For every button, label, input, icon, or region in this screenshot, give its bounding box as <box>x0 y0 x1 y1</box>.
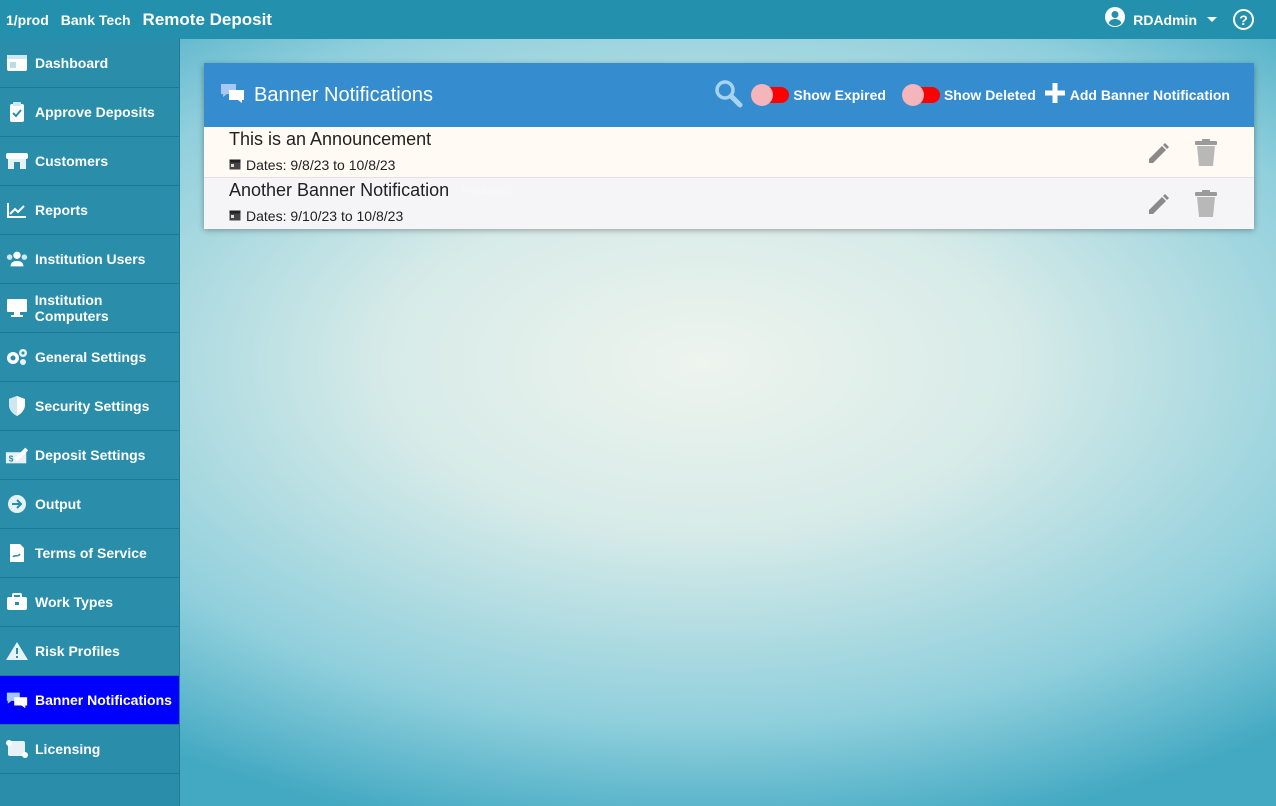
notification-row[interactable]: Another Banner Notification PENDING Dates… <box>204 178 1254 229</box>
storefront-icon <box>5 149 29 173</box>
banner-notifications-panel: Banner Notifications Show Expired Show D… <box>204 63 1254 229</box>
notification-dates-line: Dates: 9/10/23 to 10/8/23 <box>229 208 403 224</box>
page-title: Banner Notifications <box>254 83 433 106</box>
sidebar-item-label: Institution Computers <box>34 292 109 324</box>
status-badge: PENDING <box>461 185 512 197</box>
briefcase-icon <box>5 590 29 614</box>
sidebar-item-terms-of-service[interactable]: Terms of Service <box>0 529 179 578</box>
top-bar: 1/prod Bank Tech Remote Deposit RDAdmin … <box>0 0 1276 39</box>
sidebar-item-label: Deposit Settings <box>35 447 146 463</box>
sidebar: Dashboard Approve Deposits Customers Rep… <box>0 39 180 806</box>
app-title: Remote Deposit <box>142 9 272 29</box>
notification-title-line: This is an Announcement <box>229 129 443 150</box>
sidebar-item-security-settings[interactable]: Security Settings <box>0 382 179 431</box>
search-icon[interactable] <box>713 78 743 113</box>
trash-icon[interactable] <box>1194 190 1218 223</box>
sidebar-item-institution-users[interactable]: Institution Users <box>0 235 179 284</box>
check-deposit-icon: $ <box>5 443 29 467</box>
dashboard-icon <box>5 51 29 75</box>
breadcrumb-institution[interactable]: Bank Tech <box>61 12 131 28</box>
users-icon <box>5 247 29 271</box>
trash-icon[interactable] <box>1194 139 1218 172</box>
add-banner-notification-label: Add Banner Notification <box>1069 87 1230 103</box>
sidebar-item-label: Approve Deposits <box>35 104 155 120</box>
plus-icon <box>1044 82 1066 109</box>
show-deleted-label: Show Deleted <box>943 87 1036 103</box>
chevron-down-icon[interactable] <box>1207 17 1217 22</box>
sidebar-item-label: Dashboard <box>35 55 109 71</box>
chart-line-icon <box>5 198 29 222</box>
sidebar-item-label: General Settings <box>35 349 147 365</box>
notification-dates: Dates: 9/8/23 to 10/8/23 <box>246 157 396 173</box>
sidebar-item-general-settings[interactable]: General Settings <box>0 333 179 382</box>
sidebar-item-customers[interactable]: Customers <box>0 137 179 186</box>
sidebar-item-deposit-settings[interactable]: $ Deposit Settings <box>0 431 179 480</box>
calendar-icon <box>229 157 241 173</box>
sidebar-item-licensing[interactable]: Licensing <box>0 725 179 774</box>
sidebar-item-label: Banner Notifications <box>35 692 172 708</box>
chat-bubbles-icon <box>5 688 29 712</box>
chat-bubbles-icon <box>220 82 246 109</box>
notification-dates-line: Dates: 9/8/23 to 10/8/23 <box>229 157 395 173</box>
notification-title-line: Another Banner Notification PENDING <box>229 180 511 201</box>
show-expired-toggle[interactable] <box>751 84 790 106</box>
sidebar-item-label: Output <box>35 496 81 512</box>
sidebar-item-label: Work Types <box>35 594 114 610</box>
document-icon <box>5 541 29 565</box>
notification-row[interactable]: This is an Announcement Dates: 9/8/23 to… <box>204 127 1254 178</box>
panel-header: Banner Notifications Show Expired Show D… <box>204 63 1254 127</box>
notification-dates: Dates: 9/10/23 to 10/8/23 <box>246 208 404 224</box>
sidebar-item-institution-computers[interactable]: Institution Computers <box>0 284 179 333</box>
sidebar-item-work-types[interactable]: Work Types <box>0 578 179 627</box>
account-circle-icon <box>1105 7 1126 32</box>
user-menu[interactable]: RDAdmin ? <box>1105 0 1254 39</box>
shield-icon <box>5 394 29 418</box>
sidebar-item-label: Reports <box>35 202 88 218</box>
arrow-circle-icon <box>5 492 29 516</box>
toggle-knob <box>901 84 924 106</box>
username[interactable]: RDAdmin <box>1133 12 1197 28</box>
calendar-icon <box>229 208 241 224</box>
sidebar-item-reports[interactable]: Reports <box>0 186 179 235</box>
monitor-icon <box>5 296 29 320</box>
scroll-icon <box>5 737 29 761</box>
clipboard-check-icon <box>5 100 29 124</box>
sidebar-item-label: Institution Users <box>35 251 146 267</box>
show-deleted-toggle[interactable] <box>901 84 940 106</box>
sidebar-item-label: Terms of Service <box>35 545 147 561</box>
sidebar-item-banner-notifications[interactable]: Banner Notifications <box>0 676 179 725</box>
toggle-knob <box>751 84 774 106</box>
notification-title: Another Banner Notification <box>229 180 450 200</box>
warning-icon <box>5 639 29 663</box>
svg-text:$: $ <box>9 453 14 463</box>
breadcrumb-environment[interactable]: 1/prod <box>6 12 49 28</box>
sidebar-item-risk-profiles[interactable]: Risk Profiles <box>0 627 179 676</box>
help-icon[interactable]: ? <box>1233 9 1254 30</box>
sidebar-item-label: Security Settings <box>35 398 150 414</box>
notification-title: This is an Announcement <box>229 129 432 149</box>
sidebar-item-approve-deposits[interactable]: Approve Deposits <box>0 88 179 137</box>
sidebar-item-label: Risk Profiles <box>35 643 120 659</box>
sidebar-item-dashboard[interactable]: Dashboard <box>0 39 179 88</box>
pencil-icon[interactable] <box>1145 141 1171 172</box>
panel-toolbar: Show Expired Show Deleted Add Banner Not… <box>713 63 1230 127</box>
show-expired-label: Show Expired <box>793 87 886 103</box>
pencil-icon[interactable] <box>1145 192 1171 223</box>
gears-icon <box>5 345 29 369</box>
sidebar-item-output[interactable]: Output <box>0 480 179 529</box>
sidebar-item-label: Customers <box>35 153 109 169</box>
sidebar-item-label: Licensing <box>35 741 101 757</box>
add-banner-notification-button[interactable]: Add Banner Notification <box>1044 82 1230 109</box>
